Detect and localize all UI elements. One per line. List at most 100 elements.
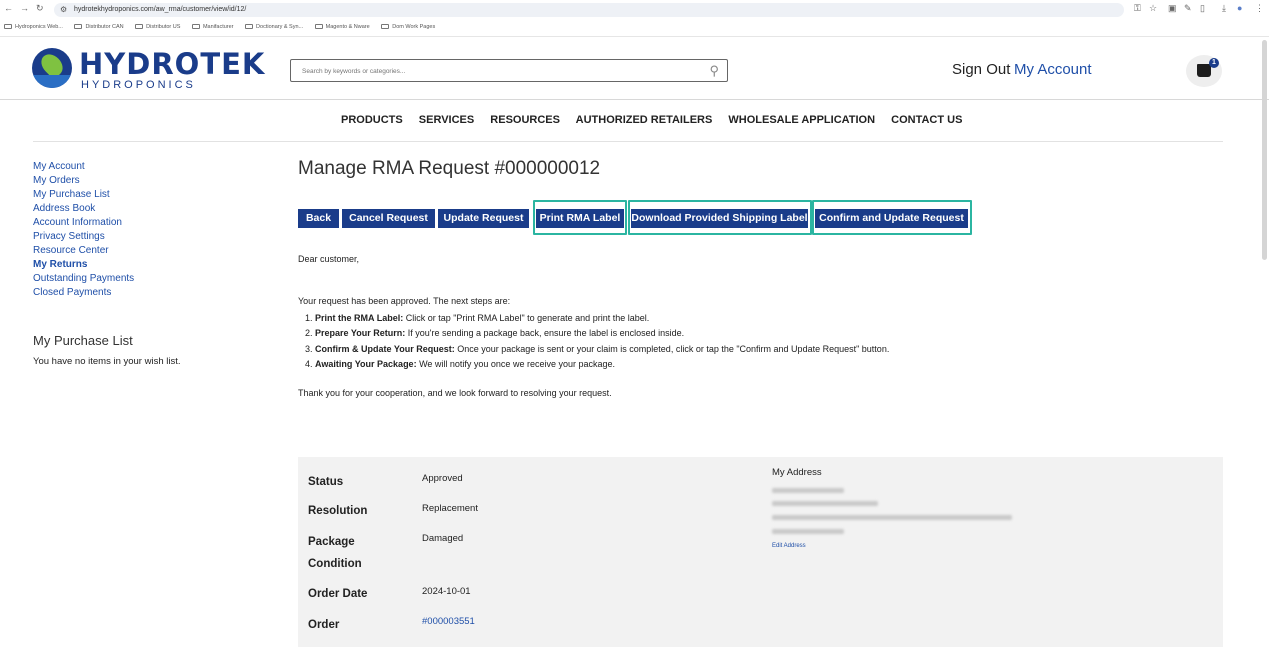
step-item: 2. Prepare Your Return: If you're sendin… (305, 326, 889, 341)
folder-icon (191, 24, 200, 29)
shopping-bag-icon (1197, 64, 1211, 77)
highlight-confirm-update (812, 200, 972, 235)
sidebar-item-outstanding-payments[interactable]: Outstanding Payments (33, 272, 253, 286)
bookmark-item[interactable]: Distributor US (135, 24, 180, 30)
bookmark-label: Distributor CAN (85, 24, 124, 30)
address-row: ← → ↻ ⚙ hydrotekhydroponics.com/aw_rma/c… (0, 3, 1269, 17)
wishlist-empty-text: You have no items in your wish list. (33, 356, 181, 367)
folder-icon (74, 24, 83, 29)
url-bar[interactable]: ⚙ hydrotekhydroponics.com/aw_rma/custome… (54, 3, 1124, 17)
folder-icon (381, 24, 390, 29)
menu-kebab-icon[interactable]: ⋮ (1255, 3, 1264, 14)
hydrotek-logo[interactable]: HYDROTEK HYDROPONICS (32, 47, 272, 91)
search-input[interactable] (291, 61, 691, 82)
order-number-link[interactable]: #000003551 (422, 616, 475, 627)
resolution-value: Replacement (422, 503, 478, 514)
back-button[interactable]: Back (298, 209, 339, 228)
nav-services[interactable]: SERVICES (419, 114, 474, 126)
url-text: hydrotekhydroponics.com/aw_rma/customer/… (74, 6, 247, 13)
step-title: Prepare Your Return: (315, 328, 406, 339)
step-number: 4. (305, 358, 313, 369)
sidebar-item-my-returns[interactable]: My Returns (33, 258, 253, 272)
bookmark-item[interactable]: Doctionary & Syn... (245, 24, 303, 30)
folder-icon (135, 24, 144, 29)
bookmark-label: Hydroponics Web... (15, 24, 63, 30)
resolution-label: Resolution (308, 505, 368, 517)
sidebar-item-address-book[interactable]: Address Book (33, 202, 253, 216)
download-icon[interactable]: ⤓ (1222, 3, 1226, 14)
sidebar-item-my-purchase-list[interactable]: My Purchase List (33, 188, 253, 202)
side-panel-icon[interactable]: ▯ (1200, 3, 1205, 14)
step-text: If you're sending a package back, ensure… (405, 328, 685, 339)
nav-contact-us[interactable]: CONTACT US (891, 114, 962, 126)
bookmark-item[interactable]: Distributor CAN (74, 24, 124, 30)
leaf-logo-icon (32, 48, 72, 88)
logo-name: HYDROTEK (79, 47, 266, 81)
nav-wholesale-application[interactable]: WHOLESALE APPLICATION (728, 114, 875, 126)
extension-icon[interactable]: ▣ (1168, 3, 1177, 14)
reload-icon[interactable]: ↻ (36, 3, 44, 14)
rma-details-panel: Status Approved Resolution Replacement P… (298, 457, 1223, 647)
sidebar-item-privacy-settings[interactable]: Privacy Settings (33, 230, 253, 244)
redacted-phone (772, 529, 844, 534)
cancel-request-button[interactable]: Cancel Request (342, 209, 435, 228)
bookmark-item[interactable]: Dom Work Pages (381, 24, 435, 30)
edit-address-link[interactable]: Edit Address (772, 543, 806, 549)
step-title: Awaiting Your Package: (315, 358, 417, 369)
my-account-link[interactable]: My Account (1014, 61, 1092, 78)
nav-divider (33, 141, 1223, 142)
sidebar-item-resource-center[interactable]: Resource Center (33, 244, 253, 258)
step-text: Once your package is sent or your claim … (454, 343, 890, 354)
sidebar-item-closed-payments[interactable]: Closed Payments (33, 286, 253, 300)
password-key-icon[interactable]: ⚿ (1134, 3, 1141, 14)
bookmark-star-icon[interactable]: ☆ (1149, 3, 1157, 14)
step-title: Print the RMA Label: (315, 313, 404, 323)
sidebar-item-my-account[interactable]: My Account (33, 160, 253, 174)
search-icon[interactable]: ⚲ (709, 63, 719, 79)
page-title: Manage RMA Request #000000012 (298, 158, 601, 179)
profile-avatar-icon[interactable]: ● (1237, 3, 1242, 13)
bookmark-item[interactable]: Magento & Nware (314, 24, 370, 30)
sign-out-link[interactable]: Sign Out (952, 61, 1010, 78)
redacted-street (772, 501, 878, 506)
forward-arrow-icon[interactable]: → (20, 3, 29, 13)
site-settings-icon[interactable]: ⚙ (60, 3, 67, 17)
step-title: Confirm & Update Your Request: (315, 343, 455, 354)
order-label: Order (308, 619, 340, 631)
back-arrow-icon[interactable]: ← (4, 3, 13, 13)
main-navigation: PRODUCTS SERVICES RESOURCES AUTHORIZED R… (341, 114, 975, 128)
bookmark-label: Manifacturer (202, 24, 234, 30)
order-date-value: 2024-10-01 (422, 586, 471, 597)
page-scrollbar[interactable] (1262, 40, 1267, 260)
nav-products[interactable]: PRODUCTS (341, 114, 403, 126)
bookmark-item[interactable]: Manifacturer (191, 24, 234, 30)
sidebar-item-account-information[interactable]: Account Information (33, 216, 253, 230)
step-number: 2. (305, 328, 313, 339)
order-date-label: Order Date (308, 588, 368, 600)
step-number: 3. (305, 343, 313, 354)
search-box: ⚲ (290, 59, 728, 82)
redacted-name (772, 488, 844, 493)
browser-chrome: ← → ↻ ⚙ hydrotekhydroponics.com/aw_rma/c… (0, 0, 1269, 37)
step-item: 1. Print the RMA Label: Click or tap "Pr… (305, 311, 889, 326)
bookmark-label: Dom Work Pages (392, 24, 436, 30)
step-number: 1. (305, 313, 313, 323)
bookmarks-bar: Hydroponics Web... Distributor CAN Distr… (0, 24, 441, 34)
bookmark-label: Magento & Nware (325, 24, 370, 30)
step-item: 4. Awaiting Your Package: We will notify… (305, 357, 889, 372)
nav-resources[interactable]: RESOURCES (490, 114, 560, 126)
bookmark-label: Doctionary & Syn... (256, 24, 304, 30)
pen-icon[interactable]: ✎ (1184, 3, 1192, 14)
cart-button[interactable]: 1 (1186, 55, 1222, 87)
bookmark-label: Distributor US (146, 24, 181, 30)
sidebar-item-my-orders[interactable]: My Orders (33, 174, 253, 188)
condition-label-line2: Condition (308, 558, 362, 570)
address-title: My Address (772, 467, 822, 478)
bookmark-item[interactable]: Hydroponics Web... (4, 24, 63, 30)
update-request-button[interactable]: Update Request (438, 209, 529, 228)
step-text: Click or tap "Print RMA Label" to genera… (403, 313, 650, 323)
redacted-city (772, 515, 1012, 520)
status-label: Status (308, 476, 344, 488)
nav-authorized-retailers[interactable]: AUTHORIZED RETAILERS (576, 114, 713, 126)
cart-count-badge: 1 (1209, 58, 1219, 68)
